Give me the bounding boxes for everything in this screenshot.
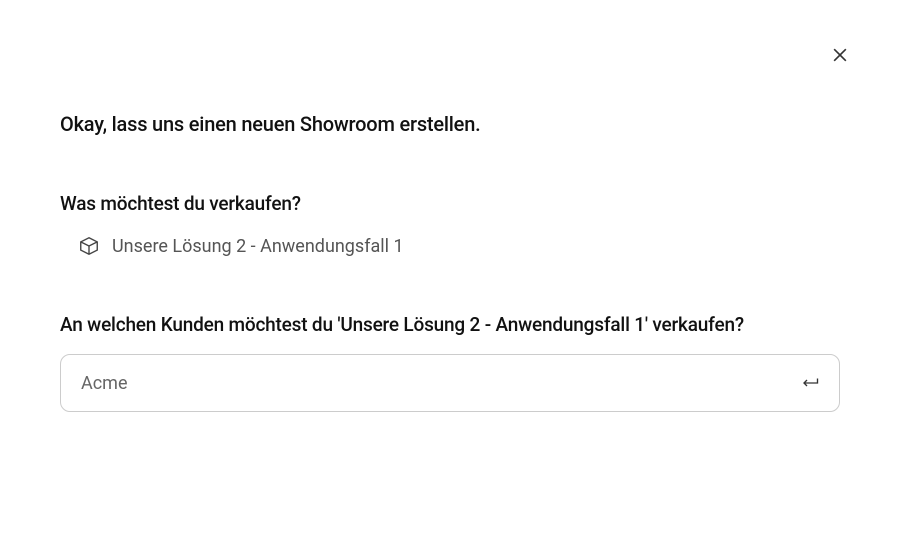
customer-question-label: An welchen Kunden möchtest du 'Unsere Lö… bbox=[60, 313, 840, 336]
selected-solution[interactable]: Unsere Lösung 2 - Anwendungsfall 1 bbox=[60, 235, 840, 257]
solution-name: Unsere Lösung 2 - Anwendungsfall 1 bbox=[112, 236, 404, 257]
customer-input[interactable] bbox=[60, 354, 840, 412]
close-button[interactable] bbox=[828, 44, 852, 68]
customer-input-wrapper bbox=[60, 354, 840, 412]
sell-question-label: Was möchtest du verkaufen? bbox=[60, 192, 840, 215]
page-title: Okay, lass uns einen neuen Showroom erst… bbox=[60, 112, 840, 136]
close-icon bbox=[830, 45, 850, 68]
dialog-content: Okay, lass uns einen neuen Showroom erst… bbox=[0, 0, 900, 412]
package-icon bbox=[78, 235, 100, 257]
